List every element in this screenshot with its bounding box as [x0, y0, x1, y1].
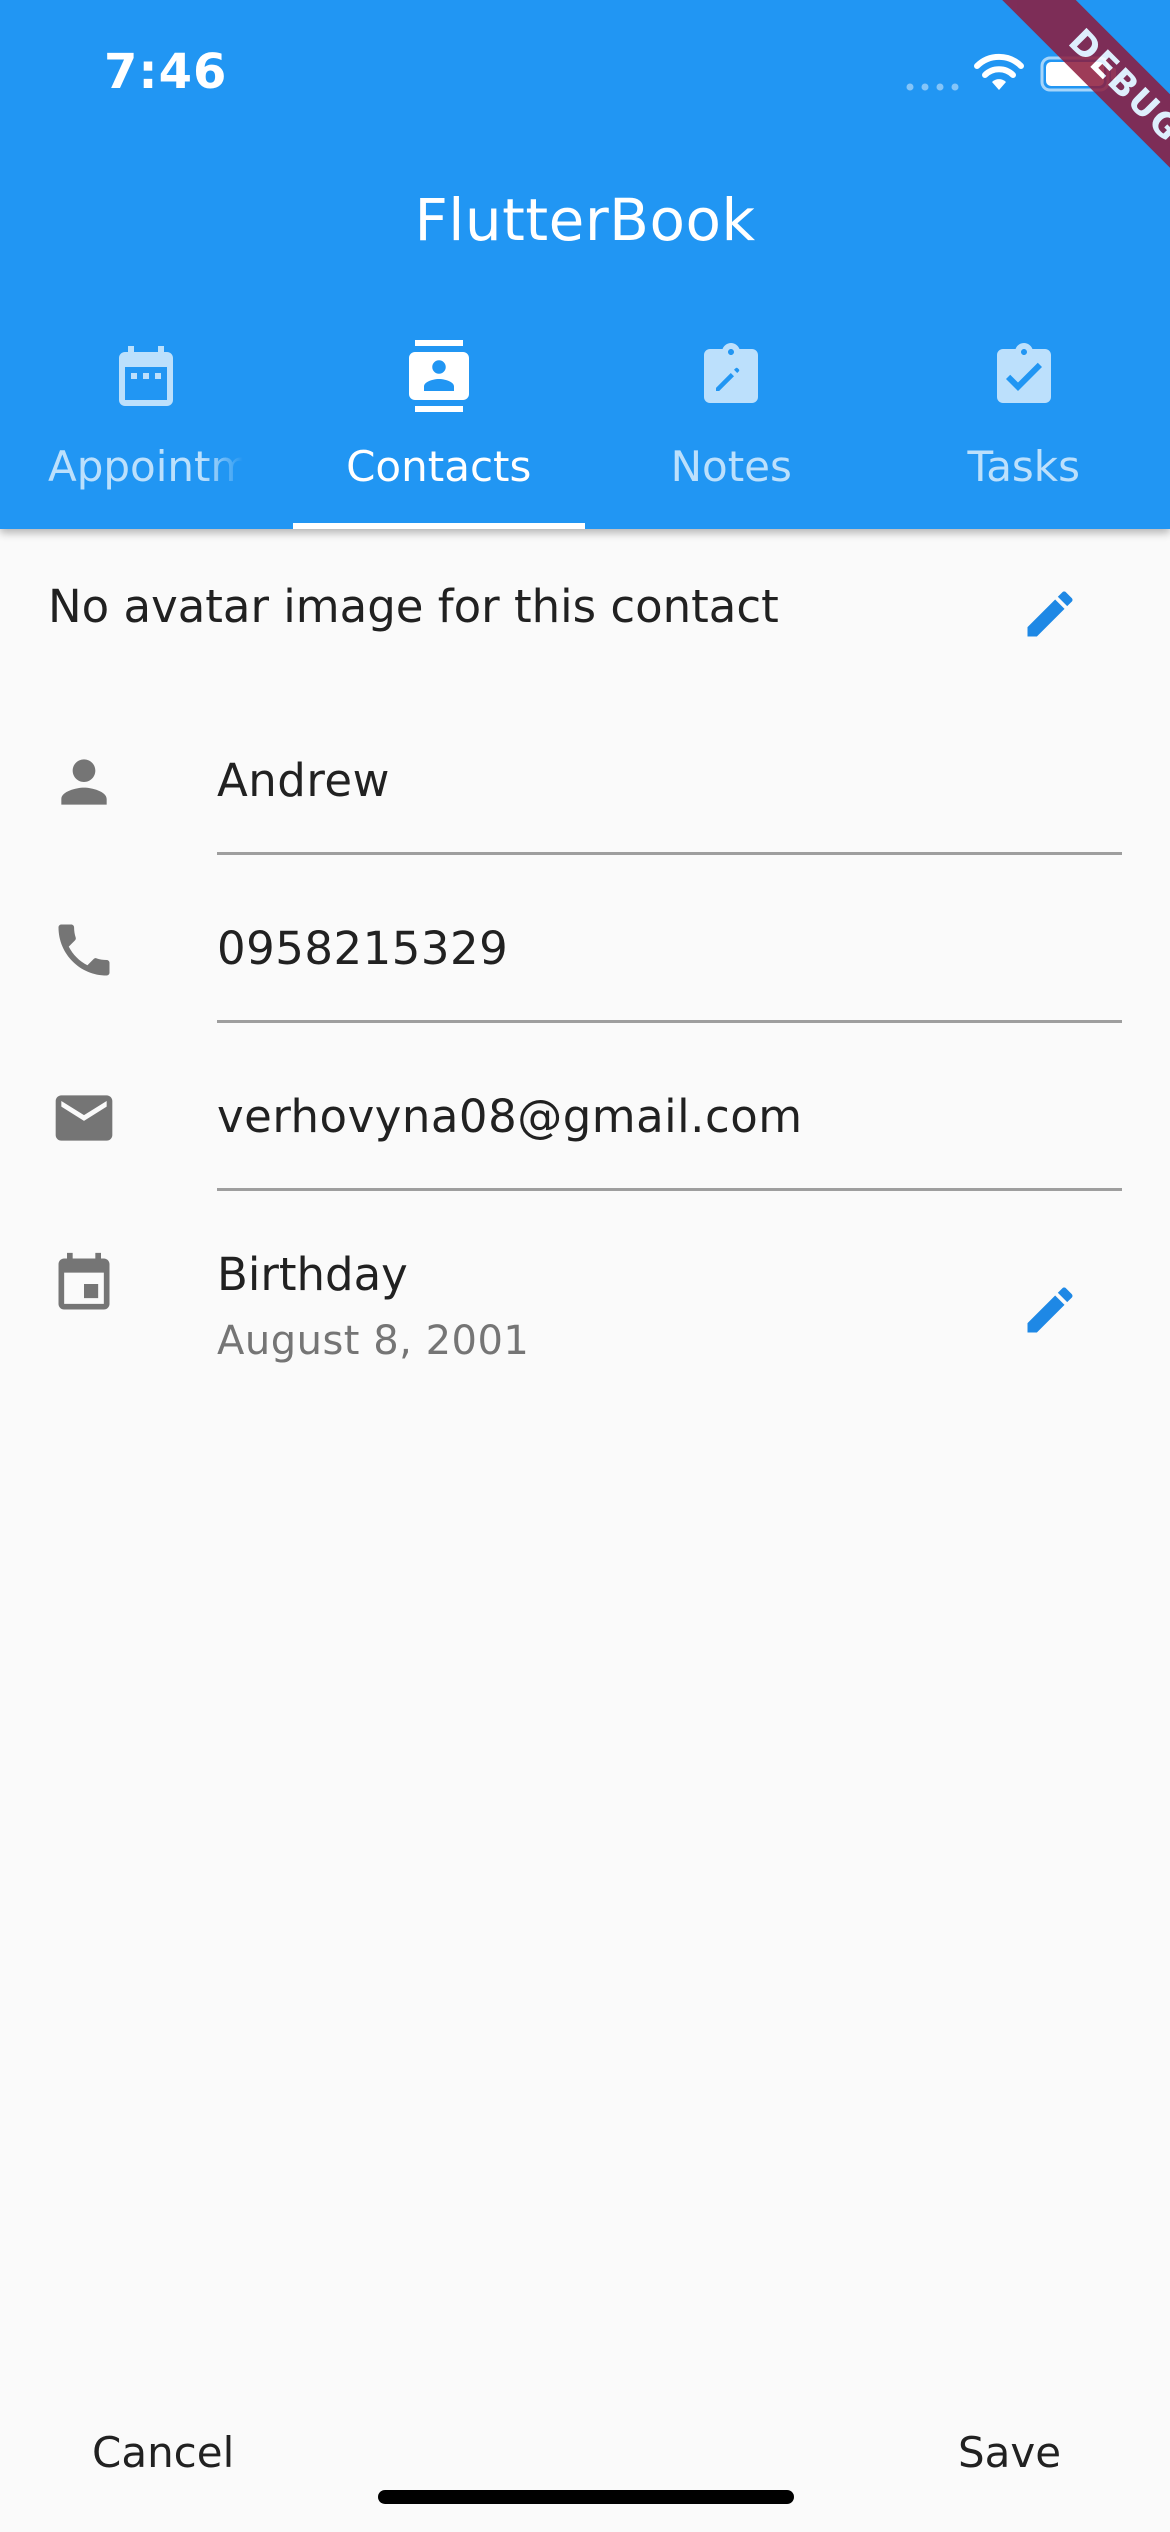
tab-indicator — [292, 523, 585, 529]
phone-icon — [58, 924, 110, 976]
contacts-icon — [408, 340, 469, 412]
name-field-underline — [217, 852, 1122, 855]
tab-contacts[interactable]: Contacts — [293, 318, 586, 529]
tab-label: Appointments — [48, 442, 243, 491]
person-icon — [61, 759, 107, 805]
edit-birthday-icon[interactable] — [1020, 1280, 1080, 1340]
tab-tasks[interactable]: Tasks — [878, 318, 1170, 529]
birthday-date: August 8, 2001 — [217, 1318, 530, 1364]
tab-bar: Appointments Contacts Notes Tasks — [0, 318, 1170, 529]
phone-field[interactable]: 0958215329 — [217, 922, 508, 975]
home-indicator — [378, 2490, 794, 2504]
save-button[interactable]: Save — [958, 2428, 1061, 2477]
task-check-icon — [996, 343, 1051, 403]
tab-appointments[interactable]: Appointments — [0, 318, 293, 529]
calendar-icon — [119, 346, 174, 406]
birthday-label: Birthday — [217, 1248, 408, 1301]
avatar-text: No avatar image for this contact — [48, 580, 779, 633]
wifi-icon — [974, 53, 1024, 90]
email-field-underline — [217, 1188, 1122, 1191]
app-title: FlutterBook — [414, 186, 756, 254]
cancel-button[interactable]: Cancel — [92, 2428, 234, 2477]
name-field[interactable]: Andrew — [217, 754, 390, 807]
edit-avatar-icon[interactable] — [1020, 584, 1080, 644]
email-icon — [55, 1095, 113, 1141]
calendar-icon — [58, 1252, 110, 1310]
tab-label: Contacts — [346, 442, 532, 491]
tab-label: Tasks — [967, 442, 1081, 491]
phone-field-underline — [217, 1020, 1122, 1023]
email-field[interactable]: verhovyna08@gmail.com — [217, 1090, 803, 1143]
cellular-signal-icon — [906, 83, 959, 91]
note-edit-icon — [704, 343, 759, 403]
app-bar: 7:46 FlutterBook Appointments Contacts — [0, 0, 1170, 529]
tab-notes[interactable]: Notes — [585, 318, 878, 529]
tab-label: Notes — [670, 442, 792, 491]
status-time: 7:46 — [104, 44, 228, 100]
